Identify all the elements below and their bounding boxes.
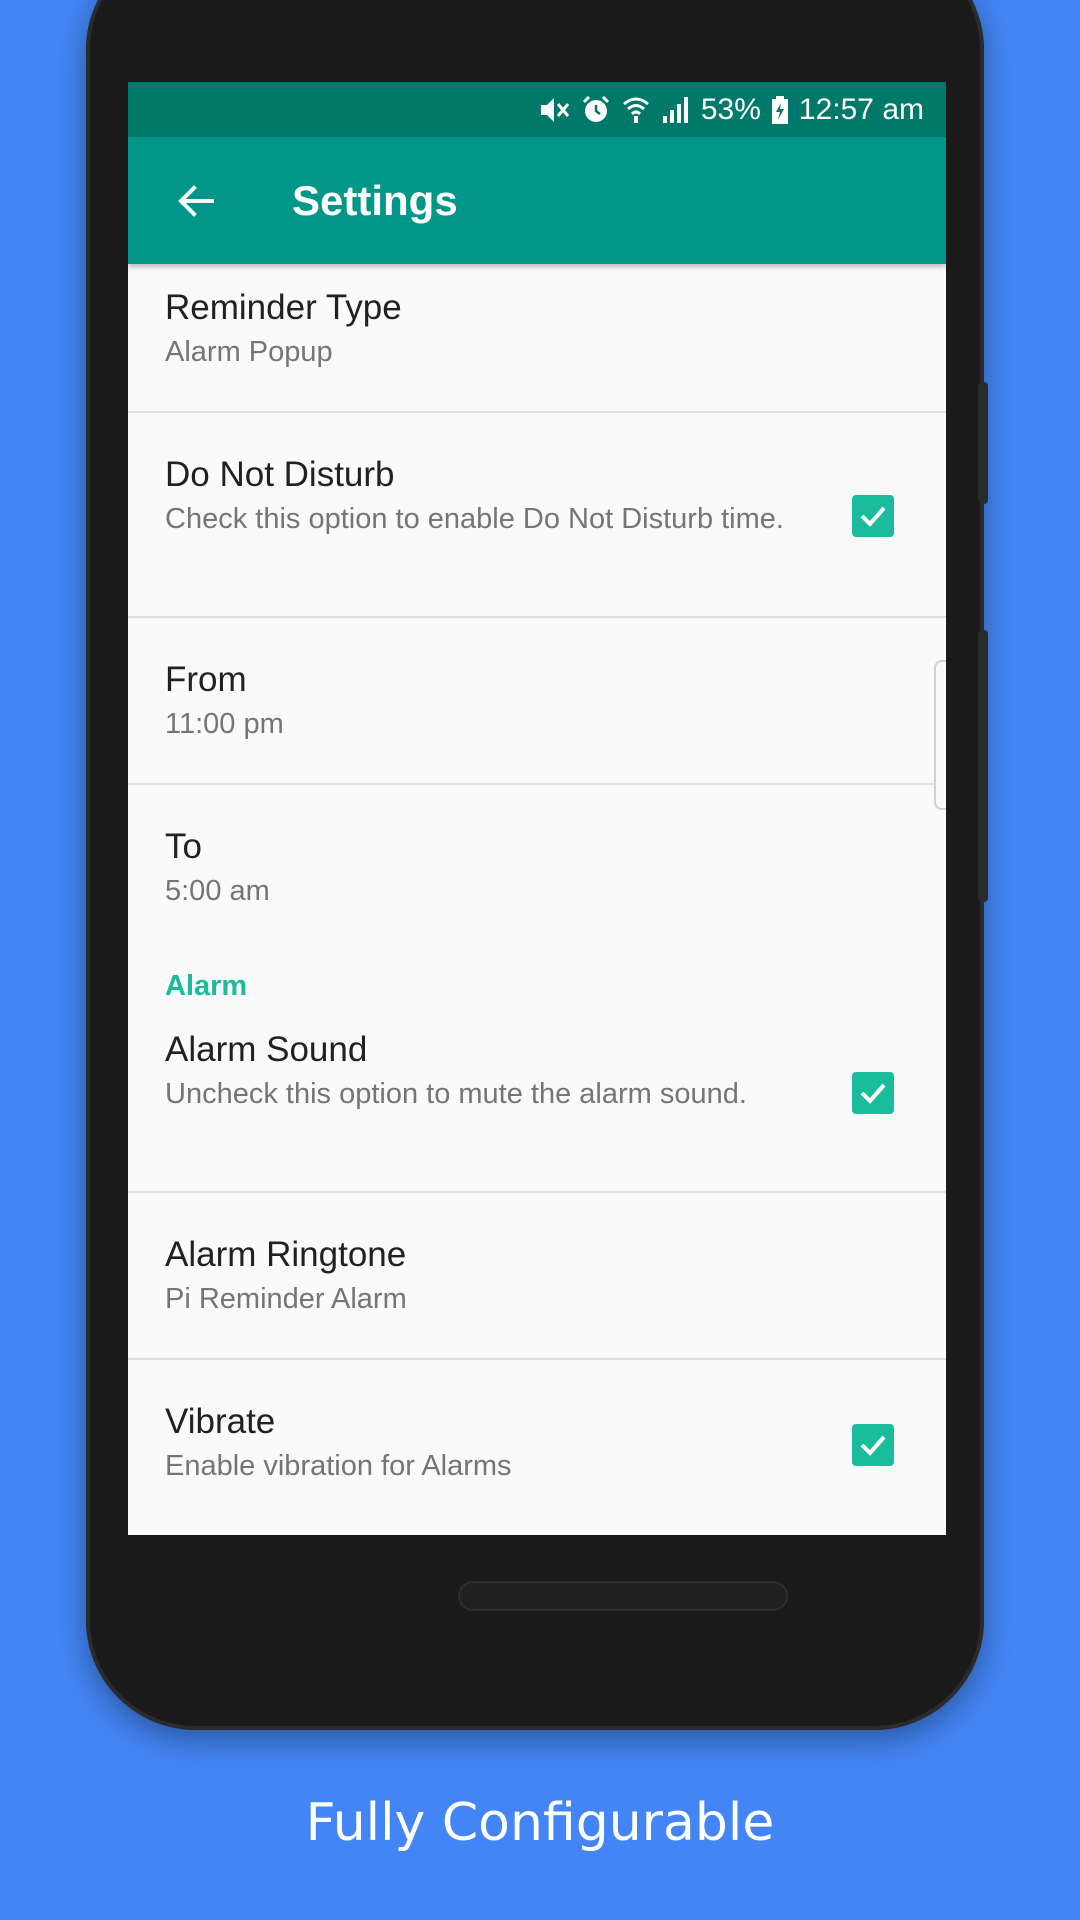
side-button-bottom [978, 630, 988, 902]
setting-summary: Check this option to enable Do Not Distu… [165, 503, 784, 535]
promo-caption: Fully Configurable [305, 1793, 775, 1853]
phone-speaker [458, 1581, 788, 1611]
setting-title: Alarm Ringtone [165, 1235, 407, 1274]
vibrate-checkbox[interactable] [852, 1424, 894, 1466]
setting-alarm-sound[interactable]: Alarm Sound Uncheck this option to mute … [128, 1024, 946, 1193]
status-bar: 53% 12:57 am [128, 82, 946, 137]
setting-summary: Uncheck this option to mute the alarm so… [165, 1078, 747, 1110]
arrow-back-icon [178, 184, 214, 217]
setting-title: Alarm Sound [165, 1030, 368, 1069]
checkmark-icon [860, 1435, 886, 1456]
setting-from[interactable]: From 11:00 pm [128, 618, 946, 785]
side-button-top [978, 382, 988, 504]
checkmark-icon [860, 506, 886, 527]
app-toolbar: Settings [128, 137, 946, 264]
settings-list: Reminder Type Alarm Popup Do Not Disturb… [128, 264, 946, 1500]
checkmark-icon [860, 1083, 886, 1104]
wifi-icon [621, 95, 651, 125]
mute-icon [539, 95, 571, 125]
setting-alarm-ringtone[interactable]: Alarm Ringtone Pi Reminder Alarm [128, 1193, 946, 1360]
setting-do-not-disturb[interactable]: Do Not Disturb Check this option to enab… [128, 413, 946, 618]
setting-summary: 5:00 am [165, 875, 270, 907]
fast-scroll-handle[interactable] [934, 660, 946, 810]
setting-title: Reminder Type [165, 288, 402, 327]
setting-title: Vibrate [165, 1402, 276, 1441]
phone-screen: 53% 12:57 am Settings Reminder Type Alar… [128, 82, 946, 1535]
setting-title: To [165, 827, 202, 866]
setting-title: Do Not Disturb [165, 455, 395, 494]
setting-title: From [165, 660, 247, 699]
battery-percent: 53% [700, 92, 761, 126]
alarm-clock-icon [581, 95, 611, 125]
alarm-sound-checkbox[interactable] [852, 1072, 894, 1114]
do-not-disturb-checkbox[interactable] [852, 495, 894, 537]
setting-reminder-type[interactable]: Reminder Type Alarm Popup [128, 264, 946, 413]
setting-summary: Pi Reminder Alarm [165, 1283, 407, 1315]
setting-summary: Enable vibration for Alarms [165, 1450, 512, 1482]
setting-summary: Alarm Popup [165, 336, 333, 368]
page-title: Settings [292, 176, 458, 224]
setting-to[interactable]: To 5:00 am [128, 785, 946, 952]
signal-icon [661, 95, 691, 125]
setting-vibrate[interactable]: Vibrate Enable vibration for Alarms [128, 1360, 946, 1500]
category-alarm-header: Alarm [165, 970, 248, 1002]
status-time: 12:57 am [798, 92, 924, 126]
back-button[interactable] [170, 175, 222, 227]
battery-charging-icon [771, 95, 789, 125]
setting-summary: 11:00 pm [165, 708, 284, 740]
